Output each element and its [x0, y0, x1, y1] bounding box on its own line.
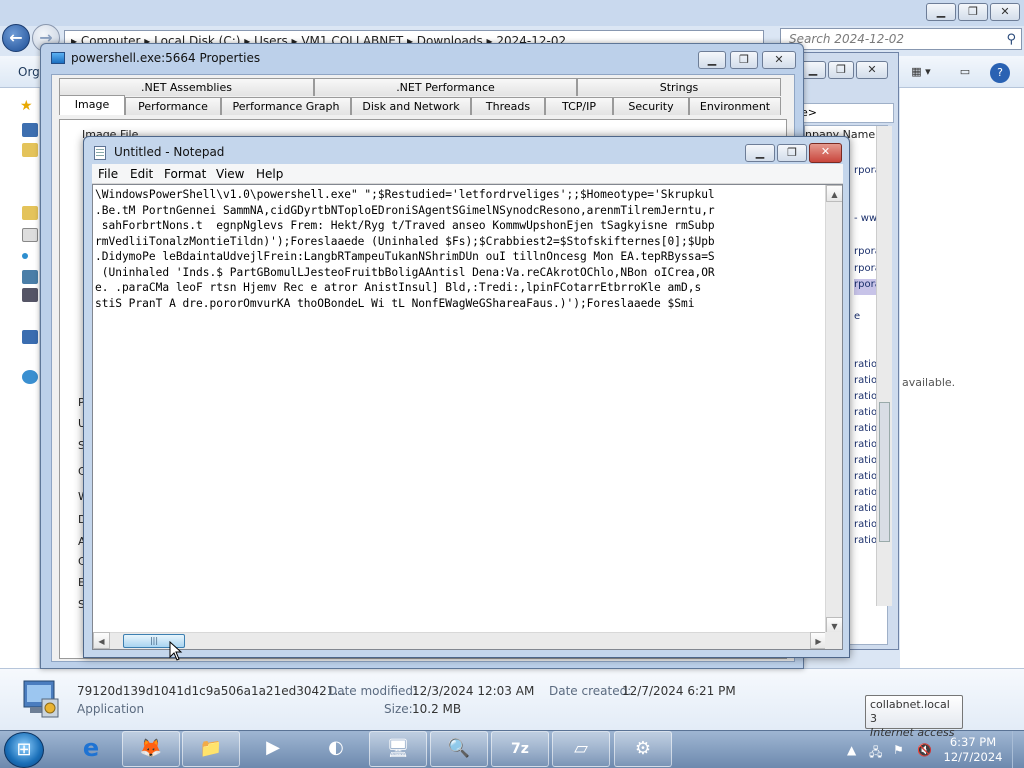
status-text: available. — [902, 376, 956, 389]
tooltip-network-name: collabnet.local 3 — [870, 698, 950, 725]
size-grip[interactable] — [825, 632, 842, 649]
taskbar-media-button[interactable]: ▶ — [244, 731, 302, 767]
tab-tcpip[interactable]: TCP/IP — [545, 97, 613, 115]
tab-image[interactable]: Image — [59, 95, 125, 115]
notepad-app-icon — [94, 146, 106, 160]
desktop-icon[interactable] — [22, 123, 38, 137]
tab-performance[interactable]: Performance — [125, 97, 221, 115]
computer-icon[interactable] — [22, 330, 38, 344]
network-icon[interactable] — [22, 370, 38, 384]
notepad-title: Untitled - Notepad — [114, 145, 225, 159]
vertical-scrollbar[interactable]: ▲ ▼ — [825, 185, 842, 634]
back-button[interactable]: ← — [2, 24, 30, 52]
tab-environment[interactable]: Environment — [689, 97, 781, 115]
bg-close-button[interactable]: ✕ — [856, 61, 888, 79]
explorer-titlebar — [0, 0, 1024, 26]
detail-size-label: Size: — [384, 702, 413, 716]
properties-close-button[interactable]: ✕ — [762, 51, 796, 69]
detail-date-modified-label: Date modified: — [328, 684, 418, 698]
menu-format[interactable]: Format — [164, 167, 206, 181]
notepad-close-button[interactable]: ✕ — [809, 143, 842, 163]
properties-app-icon — [51, 52, 65, 64]
preview-pane-icon[interactable]: ▭ — [956, 64, 974, 82]
bg-scrollbar[interactable] — [876, 126, 892, 606]
properties-maximize-button[interactable]: ❐ — [730, 51, 758, 69]
text-line: \WindowsPowerShell\v1.0\powershell.exe" … — [95, 188, 715, 201]
start-button[interactable]: ⊞ — [4, 732, 44, 768]
menu-file[interactable]: File — [98, 167, 118, 181]
detail-size: 10.2 MB — [412, 702, 462, 716]
taskbar-procexp-button[interactable]: 🖥 — [369, 731, 427, 767]
detail-date-created: 12/7/2024 6:21 PM — [622, 684, 736, 698]
clock-date: 12/7/2024 — [943, 750, 1003, 764]
taskbar-search-app-button[interactable]: 🔍 — [430, 731, 488, 767]
tab-net-assemblies[interactable]: .NET Assemblies — [59, 78, 314, 96]
search-input[interactable]: Search 2024-12-02 ⚲ — [780, 28, 1022, 50]
tooltip-access-status: Internet access — [870, 726, 955, 739]
text-line: .Be.tM PortnGennei SammNA,cidGDyrtbNTopl… — [95, 203, 715, 217]
tray-flag-icon[interactable]: ⚑ — [893, 743, 904, 757]
scroll-left-arrow-icon[interactable]: ◀ — [93, 632, 110, 649]
search-icon[interactable]: ⚲ — [1006, 30, 1016, 50]
notepad-window: Untitled - Notepad ▁ ❐ ✕ File Edit Forma… — [83, 136, 850, 658]
properties-title: powershell.exe:5664 Properties — [71, 51, 261, 65]
menu-view[interactable]: View — [216, 167, 244, 181]
scroll-up-arrow-icon[interactable]: ▲ — [826, 185, 842, 202]
horizontal-scrollbar[interactable]: ◀ ||| ▶ — [93, 632, 827, 649]
tray-expand-icon[interactable]: ▲ — [847, 743, 856, 757]
detail-file-name: 79120d139d1041d1c9a506a1a21ed30421... — [77, 684, 346, 698]
menu-help[interactable]: Help — [256, 167, 283, 181]
application-file-icon — [20, 677, 62, 721]
notepad-minimize-button[interactable]: ▁ — [745, 144, 775, 162]
libraries-icon[interactable] — [22, 206, 38, 220]
tray-network-icon[interactable]: 🖧 — [869, 743, 882, 764]
videos-icon[interactable] — [22, 288, 38, 302]
notepad-maximize-button[interactable]: ❐ — [777, 144, 807, 162]
bg-maximize-button[interactable]: ❐ — [828, 61, 854, 79]
notepad-text-area[interactable]: \WindowsPowerShell\v1.0\powershell.exe" … — [92, 184, 843, 650]
taskbar-explorer-button[interactable]: 📁 — [182, 731, 240, 767]
text-line: .DidymoPe leBdaintaUdvejlFrein:LangbRTam… — [95, 250, 715, 263]
explorer-maximize-button[interactable]: ❐ — [958, 3, 988, 21]
tab-strings[interactable]: Strings — [577, 78, 781, 96]
tab-disk-and-network[interactable]: Disk and Network — [351, 97, 471, 115]
navigation-pane: ★ — [0, 88, 40, 668]
notepad-menubar: File Edit Format View Help — [92, 164, 843, 184]
text-line: sahForbrtNons.t egnpNglevs Frem: Hekt/Ry… — [95, 219, 715, 232]
search-placeholder: Search 2024-12-02 — [789, 32, 905, 46]
favorites-star-icon[interactable]: ★ — [20, 98, 33, 114]
music-icon[interactable] — [22, 253, 28, 259]
detail-date-modified: 12/3/2024 12:03 AM — [412, 684, 535, 698]
documents-icon[interactable] — [22, 228, 38, 242]
pictures-icon[interactable] — [22, 270, 38, 284]
text-line: (Uninhaled 'Inds.$ PartGBomulLJesteoFrui… — [95, 265, 715, 279]
taskbar-ie-button[interactable]: e — [62, 731, 120, 767]
properties-minimize-button[interactable]: ▁ — [698, 51, 726, 69]
help-icon[interactable]: ? — [990, 63, 1010, 83]
explorer-close-button[interactable]: ✕ — [990, 3, 1020, 21]
text-line: e. .paraCMa leoF rtsn Hjemv Rec e atror … — [95, 281, 702, 294]
tab-performance-graph[interactable]: Performance Graph — [221, 97, 351, 115]
detail-file-type: Application — [77, 702, 145, 716]
show-desktop-button[interactable] — [1012, 731, 1024, 768]
menu-edit[interactable]: Edit — [130, 167, 153, 181]
taskbar-7zip-button[interactable]: 7z — [491, 731, 549, 767]
tray-volume-icon[interactable]: 🔇 — [917, 743, 932, 757]
taskbar-notepad-button[interactable]: ▱ — [552, 731, 610, 767]
text-line: rmVedliiTonalzMontieTildn)');Foreslaaede… — [95, 234, 715, 248]
downloads-folder-icon[interactable] — [22, 143, 38, 157]
text-line: stiS PranT A dre.pororOmvurKA thoOBondeL… — [95, 296, 695, 310]
taskbar-tool-button[interactable]: ⚙ — [614, 731, 672, 767]
tab-net-performance[interactable]: .NET Performance — [314, 78, 577, 96]
view-options-icon[interactable]: ▦ ▾ — [902, 64, 940, 82]
network-tooltip: collabnet.local 3 Internet access — [865, 695, 963, 739]
mouse-cursor-icon — [169, 641, 183, 661]
explorer-minimize-button[interactable]: ▁ — [926, 3, 956, 21]
taskbar-firefox-button[interactable]: 🦊 — [122, 731, 180, 767]
taskbar-app-button[interactable]: ◐ — [307, 731, 365, 767]
tab-security[interactable]: Security — [613, 97, 689, 115]
tab-threads[interactable]: Threads — [471, 97, 545, 115]
bg-address-field[interactable]: e> — [798, 103, 894, 123]
detail-date-created-label: Date created: — [549, 684, 632, 698]
